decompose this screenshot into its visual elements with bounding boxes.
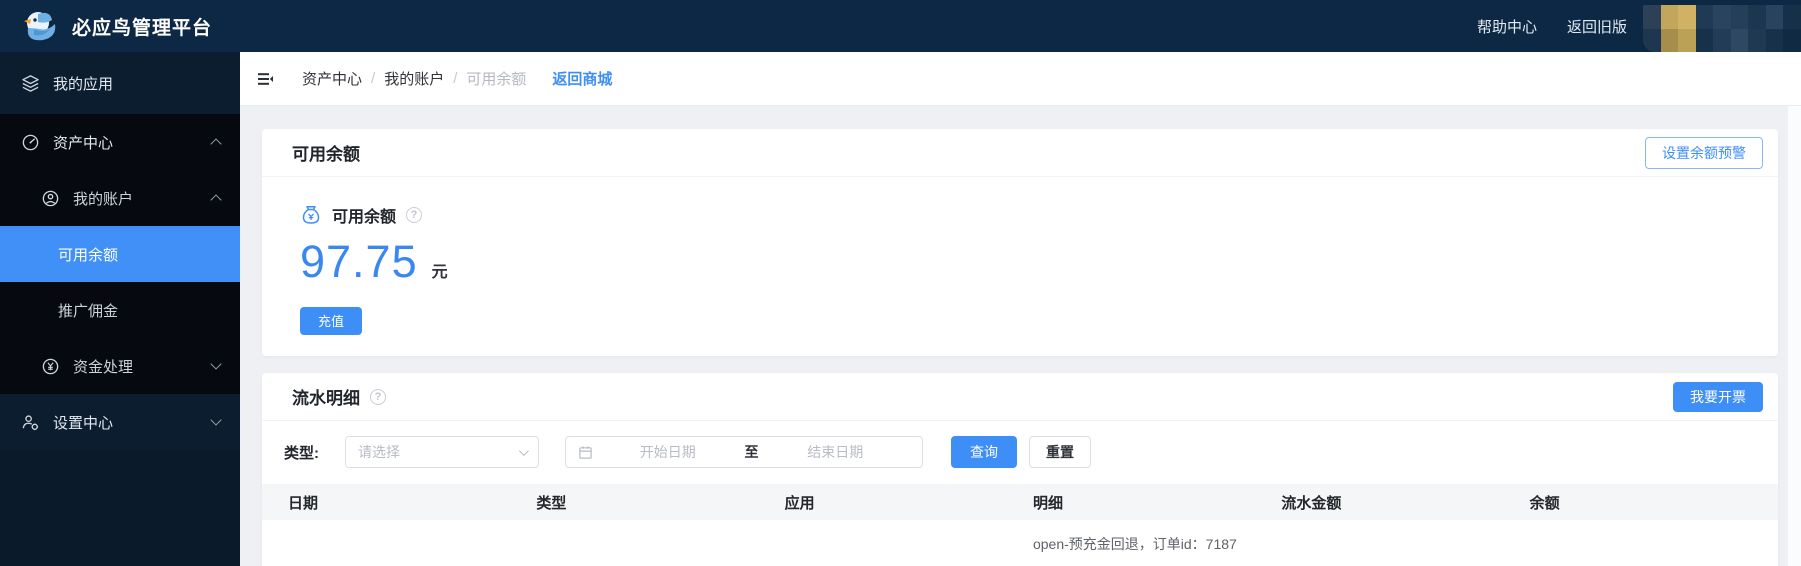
gauge-icon [20, 132, 40, 152]
flow-card-title: 流水明细 [292, 389, 360, 408]
app-title: 必应鸟管理平台 [72, 17, 213, 39]
brand: 必应鸟管理平台 [22, 9, 212, 43]
chevron-down-icon [518, 445, 529, 456]
table-header-amount: 流水金额 [1281, 494, 1342, 512]
set-balance-alert-button[interactable]: 设置余额预警 [1645, 136, 1763, 169]
yen-circle-icon [40, 356, 60, 376]
table-row: open-预充金回退，订单id：7187 [262, 520, 1778, 554]
sidebar-item-available-balance[interactable]: 可用余额 [0, 226, 240, 282]
user-circle-icon [40, 188, 60, 208]
sidebar-group-asset-center: 资产中心 我的账户 可用余额 推广佣金 资金处理 [0, 114, 240, 394]
table-header-date: 日期 [288, 494, 319, 512]
balance-help-icon[interactable]: ? [406, 207, 423, 223]
row-detail-cell: open-预充金回退，订单id：7187 [1032, 536, 1237, 552]
balance-card-header: 可用余额 设置余额预警 [262, 129, 1778, 177]
start-date-placeholder[interactable]: 开始日期 [593, 442, 743, 462]
old-version-link[interactable]: 返回旧版 [1567, 16, 1627, 37]
breadcrumb: 资产中心 / 我的账户 / 可用余额 [302, 68, 526, 89]
sidebar-item-label: 资产中心 [53, 134, 114, 152]
user-gear-icon [20, 412, 40, 432]
chevron-up-icon [210, 194, 222, 206]
sidebar-filler [0, 450, 240, 566]
sidebar-item-label: 设置中心 [53, 414, 114, 432]
sidebar-item-label: 可用余额 [58, 246, 119, 264]
balance-card-title: 可用余额 [292, 145, 360, 164]
sidebar: 我的应用 资产中心 我的账户 可用余额 推广佣金 资金处理 设置中心 [0, 52, 240, 566]
balance-amount: 97.75 [300, 236, 418, 287]
chevron-down-icon [210, 358, 222, 370]
sidebar-item-my-apps[interactable]: 我的应用 [0, 52, 240, 114]
sidebar-item-label: 资金处理 [73, 358, 134, 376]
type-select-placeholder: 请选择 [358, 444, 400, 460]
date-range-picker[interactable]: 开始日期 至 结束日期 [565, 436, 923, 468]
sidebar-item-settings-center[interactable]: 设置中心 [0, 394, 240, 450]
table-header-app: 应用 [784, 494, 815, 512]
breadcrumb-asset-center[interactable]: 资产中心 [302, 68, 362, 89]
sidebar-item-asset-center[interactable]: 资产中心 [0, 114, 240, 170]
menu-fold-icon[interactable] [254, 68, 276, 90]
money-purse-icon [300, 204, 322, 226]
flow-card-header: 流水明细 ? 我要开票 [262, 373, 1778, 421]
balance-label: 可用余额 [332, 209, 397, 226]
table-header-row: 日期 类型 应用 明细 流水金额 余额 [262, 484, 1778, 520]
search-button[interactable]: 查询 [951, 436, 1017, 468]
chevron-up-icon [210, 138, 222, 150]
sidebar-item-label: 我的应用 [53, 75, 114, 93]
table-header-balance: 余额 [1529, 494, 1560, 512]
help-center-link[interactable]: 帮助中心 [1477, 16, 1537, 37]
type-select[interactable]: 请选择 [345, 436, 539, 468]
flow-table: 日期 类型 应用 明细 流水金额 余额 open-预充金回退，订单id：7187 [262, 484, 1778, 554]
table-header-type: 类型 [536, 494, 567, 512]
breadcrumb-separator: / [371, 70, 376, 87]
recharge-button[interactable]: 充值 [300, 306, 363, 335]
sidebar-item-my-account[interactable]: 我的账户 [0, 170, 240, 226]
reset-button[interactable]: 重置 [1029, 436, 1091, 468]
page-content: 可用余额 设置余额预警 可用余额 ? 97.75 元 充值 流水明细 ? 我要开… [240, 106, 1801, 566]
vertical-scrollbar[interactable] [1787, 106, 1801, 566]
calendar-icon [578, 445, 593, 460]
breadcrumb-my-account[interactable]: 我的账户 [384, 68, 444, 89]
sidebar-item-fund-processing[interactable]: 资金处理 [0, 338, 240, 394]
table-header-detail: 明细 [1032, 494, 1063, 512]
breadcrumb-bar: 资产中心 / 我的账户 / 可用余额 返回商城 [240, 52, 1801, 106]
sidebar-item-label: 我的账户 [73, 190, 134, 208]
chevron-down-icon [210, 414, 222, 426]
top-navbar: 必应鸟管理平台 帮助中心 返回旧版 [0, 0, 1801, 52]
flow-help-icon[interactable]: ? [370, 388, 386, 405]
balance-card: 可用余额 设置余额预警 可用余额 ? 97.75 元 充值 [262, 129, 1778, 356]
breadcrumb-current: 可用余额 [466, 71, 527, 88]
breadcrumb-separator: / [453, 70, 458, 87]
balance-card-body: 可用余额 ? 97.75 元 充值 [262, 177, 1778, 335]
filter-row: 类型: 请选择 开始日期 至 结束日期 查询 重置 [262, 421, 1778, 468]
balance-unit: 元 [431, 264, 448, 281]
blurred-user-info[interactable] [1643, 5, 1801, 52]
back-to-mall-link[interactable]: 返回商城 [552, 68, 612, 89]
bird-logo-icon [22, 9, 60, 43]
main-area: 资产中心 / 我的账户 / 可用余额 返回商城 可用余额 设置余额预警 可用余额… [240, 52, 1801, 566]
end-date-placeholder[interactable]: 结束日期 [761, 442, 911, 462]
layers-icon [20, 73, 40, 93]
sidebar-item-label: 推广佣金 [58, 302, 119, 320]
date-range-separator: 至 [744, 444, 759, 460]
request-invoice-button[interactable]: 我要开票 [1673, 381, 1763, 412]
navbar-right: 帮助中心 返回旧版 [1447, 0, 1801, 52]
flow-detail-card: 流水明细 ? 我要开票 类型: 请选择 开始日期 至 结束日期 查询 重置 日期… [262, 373, 1778, 566]
sidebar-item-promo-commission[interactable]: 推广佣金 [0, 282, 240, 338]
type-filter-label: 类型: [284, 444, 319, 462]
